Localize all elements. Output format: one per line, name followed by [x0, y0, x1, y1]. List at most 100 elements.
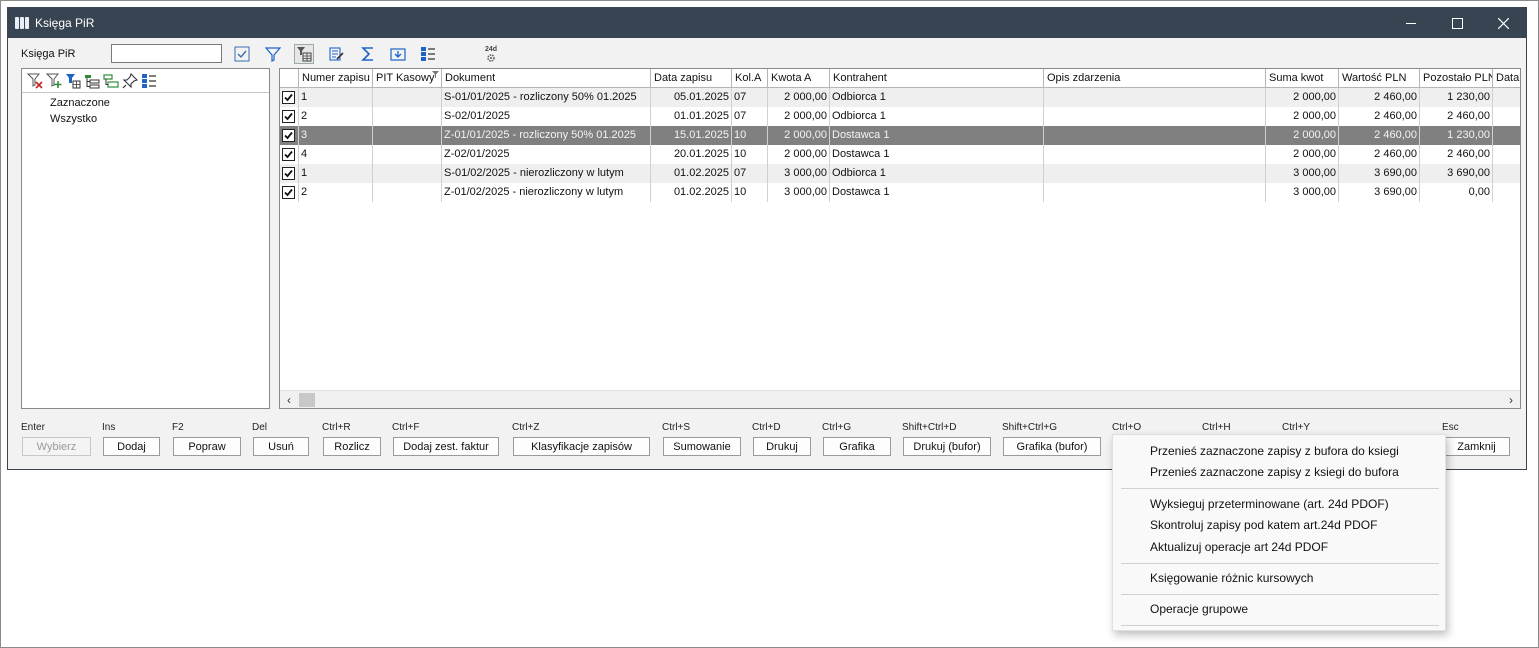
cell-dokument: Z-01/02/2025 - nierozliczony w lutym [442, 183, 651, 202]
header-data[interactable]: Data [1493, 69, 1520, 88]
filter-table-button[interactable] [294, 44, 314, 64]
add-filter-button[interactable] [45, 72, 62, 89]
grafika-button[interactable]: Grafika [823, 437, 891, 456]
row-checkbox[interactable] [282, 167, 295, 180]
cell-wartosc-pln: 3 690,00 [1339, 183, 1420, 202]
header-suma-kwot[interactable]: Suma kwot [1266, 69, 1339, 88]
table-row[interactable]: 1 S-01/01/2025 - rozliczony 50% 01.2025 05… [280, 88, 1520, 107]
search-input[interactable] [111, 44, 222, 63]
entries-grid: Numer zapisu PIT Kasowy Dokument Data za… [279, 68, 1521, 409]
cell-data-zapisu: 01.02.2025 [651, 164, 732, 183]
cell-pit-kasowy [373, 88, 442, 107]
table-row[interactable]: 4 Z-02/01/2025 20.01.2025 10 2 000,00 Dostawc… [280, 145, 1520, 164]
row-checkbox[interactable] [282, 91, 295, 104]
cell-wartosc-pln: 2 460,00 [1339, 145, 1420, 164]
row-checkbox[interactable] [282, 129, 295, 142]
table-row[interactable]: 2 Z-01/02/2025 - nierozliczony w lutym 01.… [280, 183, 1520, 202]
row-checkbox[interactable] [282, 186, 295, 199]
cell-kontrahent: Odbiorca 1 [830, 107, 1044, 126]
cell-dokument: S-01/02/2025 - nierozliczony w lutym [442, 164, 651, 183]
header-opis-zdarzenia[interactable]: Opis zdarzenia [1044, 69, 1266, 88]
header-pit-kasowy[interactable]: PIT Kasowy [373, 69, 442, 88]
sum-button[interactable] [358, 44, 378, 64]
tree-item-wszystko[interactable]: Wszystko [50, 113, 97, 125]
drukuj-bufor-button[interactable]: Drukuj (bufor) [903, 437, 991, 456]
art24d-label: 24d [484, 45, 498, 53]
sumowanie-button[interactable]: Sumowanie [663, 437, 741, 456]
cell-pozostalo-pln: 1 230,00 [1420, 88, 1493, 107]
header-wartosc-pln[interactable]: Wartość PLN [1339, 69, 1420, 88]
popraw-button[interactable]: Popraw [173, 437, 241, 456]
menu-item-roznice-kursowe[interactable]: Księgowanie różnic kursowych [1150, 571, 1313, 585]
cell-dokument: S-01/01/2025 - rozliczony 50% 01.2025 [442, 88, 651, 107]
filter-table-tree-button[interactable] [64, 72, 81, 89]
filter-button[interactable] [263, 44, 283, 64]
collapse-tree-button[interactable] [102, 72, 119, 89]
close-button[interactable] [1480, 8, 1526, 38]
dodaj-zest-faktur-button[interactable]: Dodaj zest. faktur [393, 437, 499, 456]
table-row[interactable]: 1 S-01/02/2025 - nierozliczony w lutym 01.… [280, 164, 1520, 183]
check-icon [284, 188, 293, 197]
menu-item-wyksieguj-przeterminowane[interactable]: Wyksieguj przeterminowane (art. 24d PDOF… [1150, 497, 1389, 511]
clear-filter-button[interactable] [26, 72, 43, 89]
row-checkbox[interactable] [282, 110, 295, 123]
klasyfikacje-zapisow-button[interactable]: Klasyfikacje zapisów [513, 437, 650, 456]
dodaj-button[interactable]: Dodaj [103, 437, 160, 456]
menu-item-operacje-grupowe[interactable]: Operacje grupowe [1150, 602, 1248, 616]
wybierz-button[interactable]: Wybierz [22, 437, 91, 456]
shortcut-ctrl-h: Ctrl+H [1202, 422, 1231, 433]
cell-wartosc-pln: 2 460,00 [1339, 126, 1420, 145]
header-check-column[interactable] [280, 69, 299, 88]
row-checkbox[interactable] [282, 148, 295, 161]
menu-separator [1121, 488, 1439, 489]
menu-item-aktualizuj-operacje[interactable]: Aktualizuj operacje art 24d PDOF [1150, 540, 1328, 554]
grafika-bufor-button[interactable]: Grafika (bufor) [1003, 437, 1101, 456]
filter-icon [265, 47, 281, 62]
header-data-zapisu[interactable]: Data zapisu [651, 69, 732, 88]
cell-dokument: S-02/01/2025 [442, 107, 651, 126]
expand-tree-button[interactable] [83, 72, 100, 89]
usun-button[interactable]: Usuń [253, 437, 309, 456]
menu-item-bufor-to-ksiega[interactable]: Przenieś zaznaczone zapisy z bufora do k… [1150, 444, 1399, 458]
scroll-right-icon[interactable]: › [1502, 391, 1520, 408]
menu-separator [1121, 563, 1439, 564]
maximize-button[interactable] [1434, 8, 1480, 38]
zamknij-button[interactable]: Zamknij [1443, 437, 1510, 456]
cell-dokument: Z-02/01/2025 [442, 145, 651, 164]
horizontal-scrollbar[interactable]: ‹ › [280, 390, 1520, 408]
header-pozostalo-pln[interactable]: Pozostało PLN [1420, 69, 1493, 88]
cell-wartosc-pln: 3 690,00 [1339, 164, 1420, 183]
table-row[interactable]: 3 Z-01/01/2025 - rozliczony 50% 01.2025 15… [280, 126, 1520, 145]
tree-columns-button[interactable] [140, 72, 157, 89]
menu-separator [1121, 594, 1439, 595]
cell-checkbox [280, 107, 299, 126]
menu-item-skontroluj-zapisy[interactable]: Skontroluj zapisy pod katem art.24d PDOF [1150, 518, 1377, 532]
header-kwota-a[interactable]: Kwota A [768, 69, 830, 88]
shortcut-ctrl-d: Ctrl+D [752, 422, 781, 433]
cell-dokument: Z-01/01/2025 - rozliczony 50% 01.2025 [442, 126, 651, 145]
filter-clear-icon [26, 73, 43, 89]
minimize-button[interactable] [1388, 8, 1434, 38]
cell-kol-a: 07 [732, 107, 768, 126]
cell-kol-a: 07 [732, 164, 768, 183]
header-kol-a[interactable]: Kol.A [732, 69, 768, 88]
table-row[interactable]: 2 S-02/01/2025 01.01.2025 07 2 000,00 Odbiorc… [280, 107, 1520, 126]
scroll-left-icon[interactable]: ‹ [280, 391, 298, 408]
header-kontrahent[interactable]: Kontrahent [830, 69, 1044, 88]
header-dokument[interactable]: Dokument [442, 69, 651, 88]
columns-button[interactable] [418, 44, 438, 64]
scroll-thumb[interactable] [299, 393, 315, 407]
pin-button[interactable] [121, 72, 138, 89]
export-button[interactable] [388, 44, 408, 64]
edit-list-button[interactable] [326, 44, 346, 64]
title-bar: Księga PiR [8, 8, 1526, 38]
tree-item-zaznaczone[interactable]: Zaznaczone [50, 97, 110, 109]
pin-icon [122, 72, 138, 88]
art24d-settings-button[interactable]: 24d [480, 44, 502, 64]
drukuj-button[interactable]: Drukuj [753, 437, 811, 456]
menu-item-ksiega-to-bufor[interactable]: Przenieś zaznaczone zapisy z ksiegi do b… [1150, 465, 1399, 479]
tree-expand-icon [84, 74, 99, 88]
check-button[interactable] [232, 44, 252, 64]
header-numer-zapisu[interactable]: Numer zapisu [299, 69, 373, 88]
rozlicz-button[interactable]: Rozlicz [323, 437, 381, 456]
